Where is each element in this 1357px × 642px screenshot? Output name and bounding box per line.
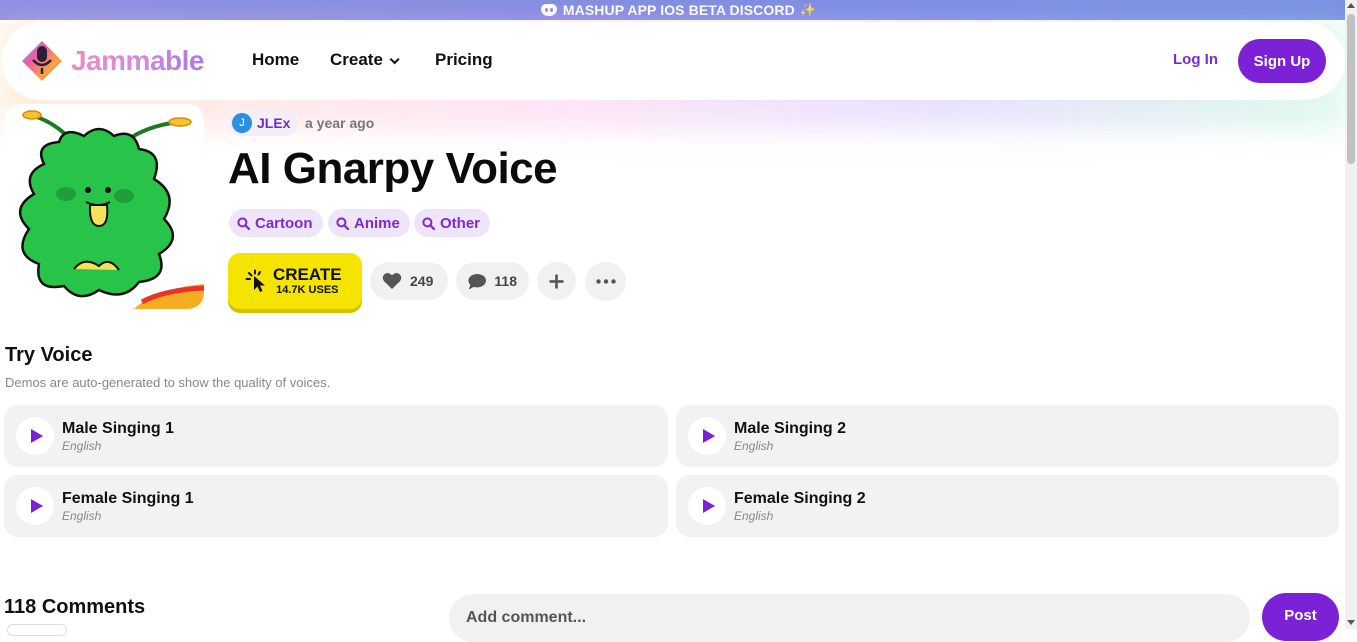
time-ago: a year ago [305,115,375,131]
author-avatar: J [232,113,252,133]
heart-icon [382,272,402,289]
create-label: CREATE [273,264,342,284]
post-button[interactable]: Post [1262,593,1339,641]
tag-other[interactable]: Other [414,209,491,237]
like-button[interactable]: 249 [370,262,448,300]
logo-mark-icon [22,41,62,81]
discord-icon [540,4,557,16]
nav-home[interactable]: Home [252,50,299,70]
comment-count: 118 [494,273,517,289]
demo-card[interactable]: Female Singing 2 English [676,475,1339,537]
scrollbar-thumb[interactable] [1347,14,1355,164]
gnarpy-illustration [19,110,204,309]
search-icon [237,216,250,230]
comments-heading: 118 Comments [4,596,146,618]
play-icon [30,429,43,443]
nav-create[interactable]: Create [330,50,400,70]
create-button[interactable]: CREATE 14.7K USES [228,253,362,309]
try-voice-subtitle: Demos are auto-generated to show the qua… [5,375,331,390]
search-icon [422,216,435,230]
demo-name: Male Singing 1 [62,420,175,437]
play-icon [702,499,715,513]
play-button[interactable] [16,487,54,525]
pointer-click-icon [245,269,265,292]
demo-name: Female Singing 1 [62,490,194,507]
like-count: 249 [410,273,434,289]
play-button[interactable] [688,417,726,455]
tag-label: Other [440,214,481,232]
demo-name: Female Singing 2 [734,490,866,507]
demo-language: English [62,439,102,453]
tag-label: Cartoon [255,214,313,232]
scroll-down-arrow-icon[interactable] [1347,620,1355,625]
demo-name: Male Singing 2 [734,420,847,437]
brand-name: Jammable [71,45,204,76]
more-options-button[interactable] [585,262,626,301]
tag-cartoon[interactable]: Cartoon [229,209,323,237]
demo-language: English [62,509,102,523]
play-button[interactable] [16,417,54,455]
comment-button[interactable]: 118 [456,262,529,300]
try-voice-heading: Try Voice [5,344,93,366]
speech-bubble-icon [468,273,486,289]
chevron-down-icon [389,54,400,65]
plus-icon [549,274,564,288]
play-icon [702,429,715,443]
demo-language: English [734,509,774,523]
play-button[interactable] [688,487,726,525]
author-name: JLEx [257,115,291,131]
author-chip[interactable]: J JLEx [229,110,299,136]
tag-anime[interactable]: Anime [328,209,410,237]
scroll-up-arrow-icon[interactable] [1347,3,1355,8]
nav-pricing[interactable]: Pricing [435,50,493,70]
voice-title: AI Gnarpy Voice [228,144,558,193]
banner-text: MASHUP APP IOS BETA DISCORD [562,2,795,18]
announcement-banner[interactable]: MASHUP APP IOS BETA DISCORD ✨ [0,0,1357,20]
top-navbar: Jammable Home Create Pricing Log In Sign… [2,22,1345,100]
search-icon [336,216,349,230]
tag-label: Anime [354,214,400,232]
demo-card[interactable]: Female Singing 1 English [4,475,668,537]
create-uses: 14.7K USES [276,283,339,296]
demo-card[interactable]: Male Singing 1 English [4,405,668,467]
more-dots-icon [595,279,616,284]
signup-button[interactable]: Sign Up [1238,39,1326,83]
comments-sort-control[interactable] [7,624,67,636]
comment-input[interactable] [449,594,1250,642]
nav-create-label: Create [330,50,383,69]
logo[interactable]: Jammable [19,38,204,84]
page-scrollbar[interactable] [1345,0,1357,629]
demo-card[interactable]: Male Singing 2 English [676,405,1339,467]
demo-language: English [734,439,774,453]
voice-cover-image [4,104,204,309]
pointer-click-icon: ✨ [799,2,817,17]
login-link[interactable]: Log In [1173,51,1218,68]
play-icon [30,499,43,513]
add-button[interactable] [537,262,576,300]
